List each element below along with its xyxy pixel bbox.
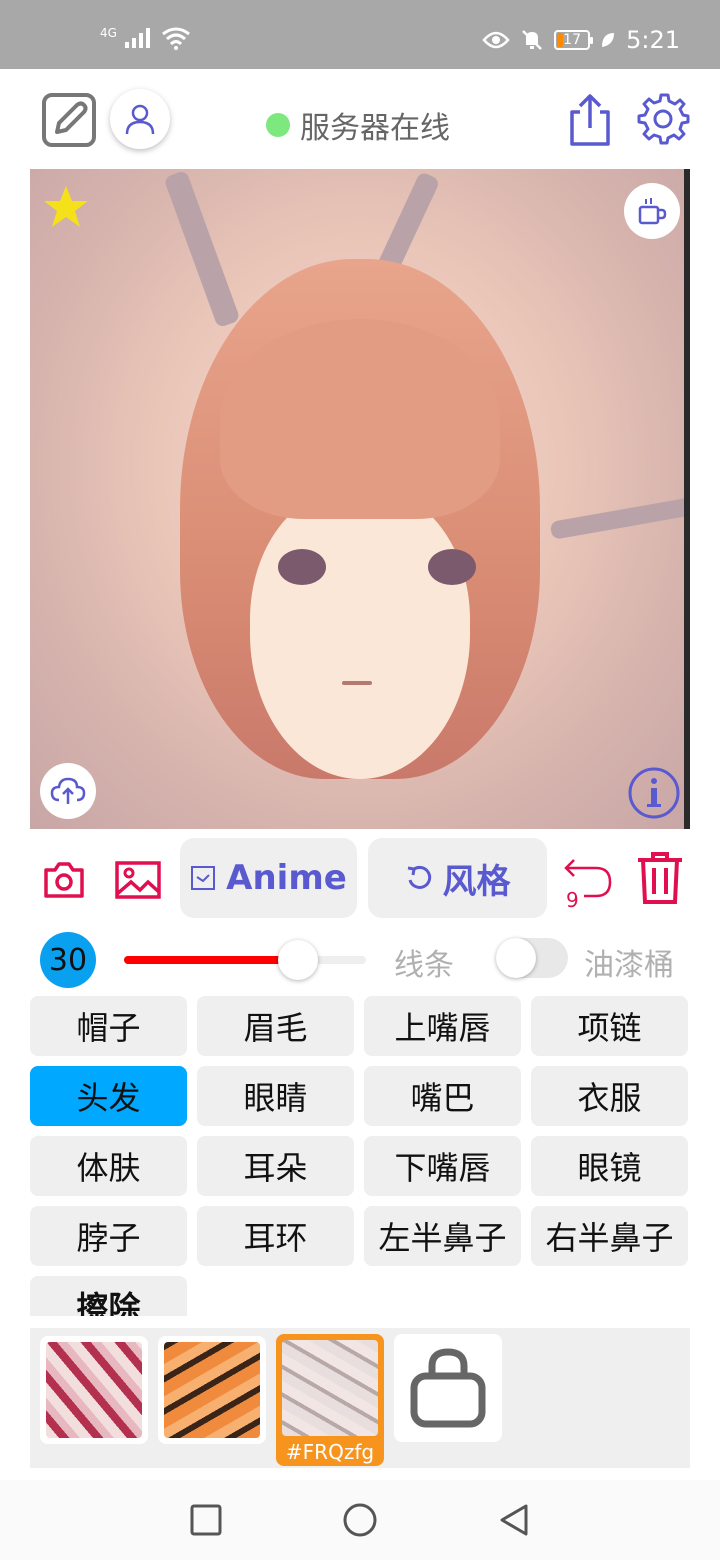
brush-size-slider[interactable] [124,940,366,980]
character-face [250,489,470,779]
undo-button[interactable]: 9 [562,854,614,912]
wifi-icon [162,27,190,50]
style-shop-button[interactable] [394,1334,502,1442]
paint-bucket-label: 油漆桶 [584,948,674,983]
segment-tag[interactable]: 体肤 [30,1136,187,1196]
circle-icon [343,1503,377,1537]
back-button[interactable] [494,1500,534,1540]
segment-tag[interactable]: 下嘴唇 [364,1136,521,1196]
segment-tag[interactable]: 耳朵 [197,1136,354,1196]
coffee-button[interactable] [624,183,680,239]
style-code-label: #FRQzfg [285,1440,375,1464]
anime-button[interactable]: Anime [180,838,357,918]
cloud-upload-icon [50,777,86,804]
segment-tag[interactable]: 头发 [30,1066,187,1126]
toggle-knob [496,938,536,978]
upload-button[interactable] [40,763,96,819]
segment-tag[interactable]: 右半鼻子 [531,1206,688,1266]
network-label: 4G [100,26,117,40]
brush-controls: 30 线条 油漆桶 [0,930,720,990]
style-swatch[interactable] [158,1336,266,1444]
share-icon [570,94,610,146]
canvas-edge [684,169,690,829]
trash-icon [638,852,682,904]
undo-count: 9 [566,888,579,912]
tool-row: Anime 风格 9 [0,838,720,922]
user-button[interactable] [110,89,170,149]
info-icon [628,767,680,819]
anime-label: Anime [226,858,347,898]
slider-thumb[interactable] [278,940,319,980]
segment-tag[interactable]: 眉毛 [197,996,354,1056]
server-status: 服务器在线 [266,103,450,147]
character-eye-left [278,549,326,585]
style-thumbnail [164,1342,260,1438]
home-button[interactable] [340,1500,380,1540]
delete-button[interactable] [634,850,686,906]
drawing-canvas[interactable] [30,169,690,829]
segment-tag[interactable]: 脖子 [30,1206,187,1266]
branch-shape [549,496,690,540]
segment-tag[interactable]: 项链 [531,996,688,1056]
shopping-bag-icon [410,1348,486,1428]
branch-shape [163,169,241,329]
refresh-icon [407,865,431,889]
segment-tag[interactable]: 左半鼻子 [364,1206,521,1266]
checkbox-icon [191,866,216,890]
user-icon [125,104,155,135]
segment-tag[interactable]: 上嘴唇 [364,996,521,1056]
style-thumbnail [282,1340,378,1436]
server-status-dot [266,113,290,137]
character-eye-right [428,549,476,585]
battery-indicator: 17 [554,30,594,50]
segment-tag[interactable]: 嘴巴 [364,1066,521,1126]
recents-button[interactable] [186,1500,226,1540]
server-status-label: 服务器在线 [300,111,450,146]
segment-tag-grid: 帽子 眉毛 上嘴唇 项链头发 眼睛 嘴巴 衣服体肤 耳朵 下嘴唇 眼镜脖子 耳环 左半鼻子 右半鼻子擦除 [30,996,690,1316]
eye-icon [482,31,510,49]
bell-off-icon [522,30,542,50]
favorite-button[interactable] [42,183,90,231]
style-thumbnail [46,1342,142,1438]
segment-tag[interactable]: 眼睛 [197,1066,354,1126]
edit-icon [42,93,96,147]
slider-fill [124,956,299,964]
style-palette: #FRQzfg [30,1328,690,1468]
star-icon [44,186,88,227]
style-button[interactable]: 风格 [368,838,547,918]
coffee-cup-icon [638,198,667,225]
signal-icon [124,28,150,48]
character-mouth [342,681,372,685]
share-button[interactable] [564,91,616,149]
brush-size-badge: 30 [40,932,96,988]
clock: 5:21 [626,26,680,54]
settings-button[interactable] [636,91,690,145]
image-icon [115,861,161,899]
info-button[interactable] [626,765,682,821]
camera-button[interactable] [42,858,86,902]
top-bar: 服务器在线 [0,69,720,169]
gear-icon [637,93,690,145]
segment-tag[interactable]: 眼镜 [531,1136,688,1196]
segment-tag[interactable]: 擦除 [30,1276,187,1316]
status-bar: 4G 17 5:21 [0,0,720,69]
camera-icon [44,862,84,898]
character-bangs [220,319,500,519]
triangle-back-icon [500,1504,528,1536]
line-label: 线条 [394,948,454,983]
paint-bucket-toggle[interactable] [496,938,568,978]
system-nav-bar [0,1480,720,1560]
segment-tag[interactable]: 衣服 [531,1066,688,1126]
style-label: 风格 [442,861,511,902]
leaf-icon [602,33,615,47]
segment-tag[interactable]: 帽子 [30,996,187,1056]
segment-tag[interactable]: 耳环 [197,1206,354,1266]
square-icon [190,1504,222,1536]
edit-button[interactable] [40,91,98,149]
style-swatch-selected[interactable]: #FRQzfg [276,1334,384,1466]
style-swatch[interactable] [40,1336,148,1444]
gallery-button[interactable] [114,856,162,904]
